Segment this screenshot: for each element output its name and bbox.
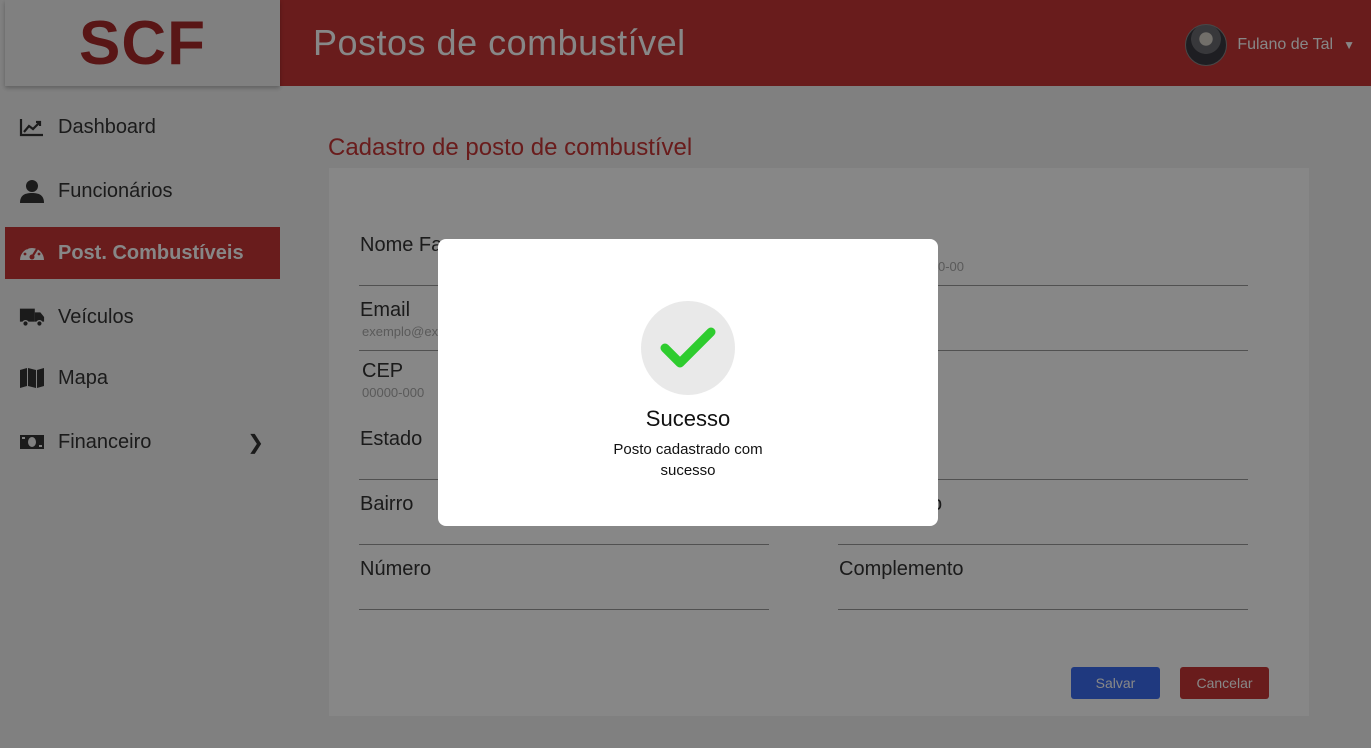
check-icon <box>660 327 716 368</box>
success-icon-circle <box>641 301 735 395</box>
dialog-message: Posto cadastrado com sucesso <box>613 441 763 479</box>
success-dialog: Sucesso Posto cadastrado com sucesso <box>438 239 938 526</box>
dialog-title: Sucesso <box>645 406 731 431</box>
